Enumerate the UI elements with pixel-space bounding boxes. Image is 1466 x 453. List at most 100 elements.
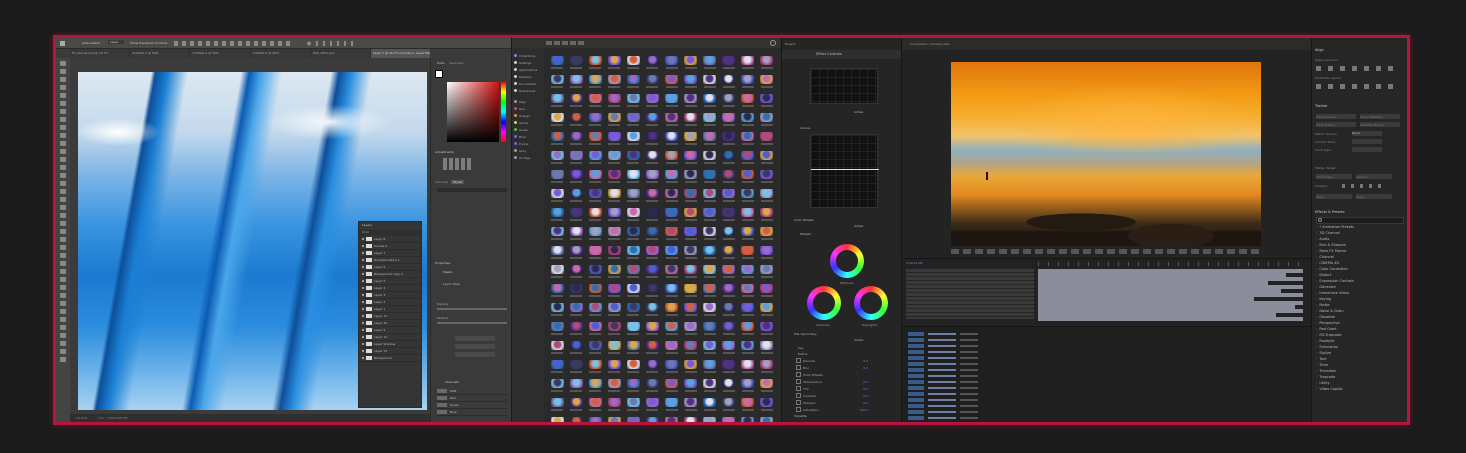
thumbnail-item[interactable] [663,227,681,246]
thumbnail-item[interactable] [567,113,585,132]
thumbnail-item[interactable] [663,398,681,417]
thumbnail-item[interactable] [567,284,585,303]
disclosure-triangle-icon[interactable]: › [1316,309,1317,313]
thumbnail-item[interactable] [624,189,642,208]
thumbnail-item[interactable] [605,75,623,94]
thumbnail-item[interactable] [548,265,566,284]
thumbnail-item[interactable] [701,246,719,265]
eye-icon[interactable] [362,301,364,303]
thumbnail-item[interactable] [548,113,566,132]
thumbnail-item[interactable] [643,284,661,303]
comp-name[interactable]: Composition: Sunset_Lake [910,42,949,46]
vignette-section[interactable]: Vignette [794,414,807,418]
thumbnail-item[interactable] [663,132,681,151]
thumbnail-item[interactable] [701,303,719,322]
disclosure-triangle-icon[interactable]: › [1316,297,1317,301]
effect-parameter-row[interactable]: Denoise 0.0 [796,358,896,363]
thumbnail-item[interactable] [701,227,719,246]
thumbnail-item[interactable] [701,417,719,422]
midtones-color-wheel[interactable] [830,244,864,278]
thumbnail-item[interactable] [586,341,604,360]
tool-icon[interactable] [60,261,66,266]
effect-parameter-row[interactable]: Color Wheels [796,372,896,377]
thumbnail-item[interactable] [605,265,623,284]
eye-icon[interactable] [362,245,364,247]
thumbnail-item[interactable] [643,417,661,422]
thumbnail-item[interactable] [739,265,757,284]
thumbnail-item[interactable] [758,75,776,94]
thumbnail-item[interactable] [567,246,585,265]
tool-icon[interactable] [60,189,66,194]
thumbnail-item[interactable] [758,398,776,417]
thumbnail-item[interactable] [720,341,738,360]
thumbnail-item[interactable] [663,75,681,94]
thumbnail-item[interactable] [567,94,585,113]
stopwatch-icon[interactable] [796,358,801,363]
color-picker-field[interactable] [447,82,499,142]
thumbnail-item[interactable] [739,113,757,132]
thumbnail-item[interactable] [567,132,585,151]
tool-icon[interactable] [60,213,66,218]
thumbnail-item[interactable] [720,170,738,189]
thumbnail-item[interactable] [624,379,642,398]
disclosure-triangle-icon[interactable]: › [1316,237,1317,241]
tool-icon[interactable] [60,301,66,306]
current-track-dropdown[interactable] [1352,139,1382,144]
options-button[interactable]: Options... [1356,174,1392,179]
eye-icon[interactable] [362,252,364,254]
transform-controls-checkbox[interactable]: Show Transform Controls [130,41,167,45]
analyze-buttons[interactable] [1342,184,1386,188]
timeline-ruler[interactable] [1038,262,1308,266]
thumbnail-item[interactable] [720,284,738,303]
tool-icon[interactable] [60,197,66,202]
thumbnail-item[interactable] [663,56,681,75]
thumbnail-item[interactable] [643,132,661,151]
thumbnail-item[interactable] [586,360,604,379]
project-item-row[interactable] [908,379,1138,384]
thumbnail-item[interactable] [624,303,642,322]
tool-icon[interactable] [60,125,66,130]
color-tab[interactable]: Color [437,61,445,65]
thumbnail-item[interactable] [548,360,566,379]
layer-row[interactable]: Layer 13 [359,348,421,355]
thumbnail-item[interactable] [739,151,757,170]
tool-icon[interactable] [60,85,66,90]
thumbnail-item[interactable] [548,246,566,265]
eye-icon[interactable] [362,273,364,275]
thumbnail-item[interactable] [682,227,700,246]
thumbnail-item[interactable] [586,227,604,246]
thumbnail-item[interactable] [586,246,604,265]
eye-icon[interactable] [362,238,364,240]
warp-stabilizer-button[interactable]: Warp Stabilizer [1360,114,1400,119]
thumbnail-item[interactable] [663,189,681,208]
channel-row[interactable]: Red [437,395,507,402]
project-item-row[interactable] [908,355,1138,360]
tool-icon[interactable] [60,277,66,282]
thumbnail-item[interactable] [586,132,604,151]
tool-icon[interactable] [60,173,66,178]
disclosure-triangle-icon[interactable]: › [1316,225,1317,229]
thumbnail-item[interactable] [643,227,661,246]
thumbnail-item[interactable] [567,417,585,422]
project-item-row[interactable] [908,337,1138,342]
thumbnail-item[interactable] [605,284,623,303]
highlights-color-wheel[interactable] [854,286,888,320]
tool-icon[interactable] [60,69,66,74]
thumbnail-item[interactable] [701,189,719,208]
layer-row[interactable]: Layer 1 [359,306,421,313]
styles-tab[interactable]: Styles [451,180,465,184]
thumbnail-item[interactable] [624,341,642,360]
thumbnail-item[interactable] [701,265,719,284]
channel-row[interactable]: Blue [437,409,507,416]
thumbnail-item[interactable] [643,360,661,379]
disclosure-triangle-icon[interactable]: › [1316,249,1317,253]
tool-icon[interactable] [60,325,66,330]
tool-icon[interactable] [60,117,66,122]
thumbnail-item[interactable] [586,94,604,113]
project-item-row[interactable] [908,391,1138,396]
swatches-tab[interactable]: Swatches [449,61,463,65]
layer-duration-bar[interactable] [1038,317,1303,321]
thumbnail-item[interactable] [663,284,681,303]
effect-category-item[interactable]: › Video Copilot [1316,386,1402,392]
sidebar-item[interactable]: Settings [512,59,544,66]
